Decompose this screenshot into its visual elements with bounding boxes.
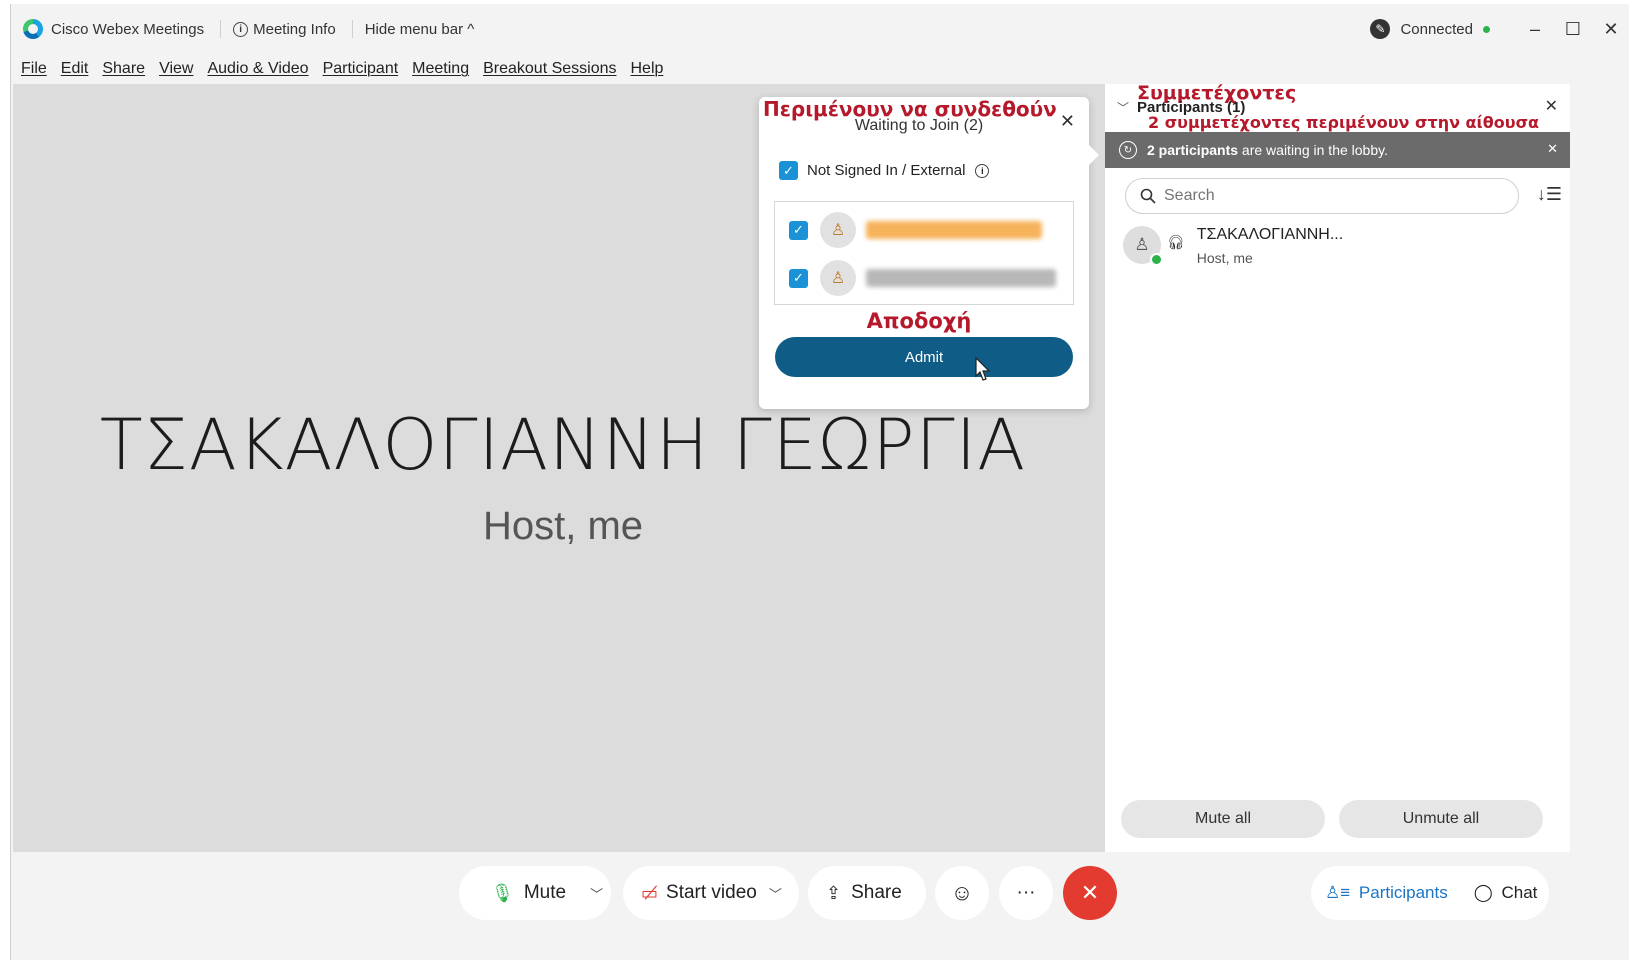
chevron-down-icon[interactable]: ﹀ xyxy=(1117,99,1129,116)
share-icon: ⇪ xyxy=(826,882,842,903)
participants-panel: Συμμετέχοντες ﹀ Participants (1) 2 συμμε… xyxy=(1105,84,1570,852)
menu-help[interactable]: Help xyxy=(631,60,664,78)
menu-share[interactable]: Share xyxy=(102,60,145,78)
chevron-down-icon[interactable]: ﹀ xyxy=(769,884,782,903)
stage-participant-role: Host, me xyxy=(482,504,644,548)
maximize-button[interactable]: ☐ xyxy=(1554,19,1592,40)
chevron-down-icon[interactable]: ﹀ xyxy=(590,884,603,903)
title-divider xyxy=(351,20,353,38)
share-button[interactable]: ⇪ Share xyxy=(808,866,926,920)
lobby-close-icon[interactable]: ✕ xyxy=(1547,141,1558,157)
participant-role: Host, me xyxy=(1196,250,1253,266)
lobby-count: 2 participants xyxy=(1147,142,1239,158)
chat-icon: ◯ xyxy=(1473,883,1493,902)
microphone-icon: 🎙︎ xyxy=(491,882,514,903)
menu-edit[interactable]: Edit xyxy=(61,60,89,78)
mute-button[interactable]: 🎙︎ Mute ﹀ xyxy=(459,866,611,920)
menu-bar: File Edit Share View Audio & Video Parti… xyxy=(11,54,667,84)
participants-tab[interactable]: ♙≡ Participants xyxy=(1325,883,1448,903)
more-options-button[interactable]: ··· xyxy=(999,866,1053,920)
admit-button[interactable]: Admit xyxy=(775,337,1073,377)
search-input[interactable] xyxy=(1164,187,1484,205)
menu-file[interactable]: File xyxy=(21,60,47,78)
participants-icon: ♙≡ xyxy=(1325,883,1351,902)
panel-tabs: ♙≡ Participants ◯ Chat xyxy=(1311,866,1549,920)
group-label: Not Signed In / External xyxy=(807,162,966,179)
waiting-participant-row[interactable]: ✓ ♙ xyxy=(789,260,1056,296)
chat-tab[interactable]: ◯ Chat xyxy=(1474,883,1538,903)
reactions-button[interactable]: ☺ xyxy=(935,866,989,920)
participant-row[interactable]: ♙ 🎧︎ ΤΣΑΚΑΛΟΓΙΑΝΝΗ... Host, me xyxy=(1123,226,1343,266)
more-icon: ··· xyxy=(1016,882,1036,903)
avatar-icon: ♙ xyxy=(820,212,856,248)
participant-checkbox[interactable]: ✓ xyxy=(789,268,808,288)
hide-menu-bar-button[interactable]: Hide menu bar ^ xyxy=(365,21,475,38)
not-signed-in-group: ✓ Not Signed In / External i xyxy=(779,161,994,180)
lobby-icon: ↻ xyxy=(1119,141,1137,159)
waiting-participant-row[interactable]: ✓ ♙ xyxy=(789,212,1042,248)
menu-view[interactable]: View xyxy=(159,60,193,78)
search-icon xyxy=(1140,188,1156,204)
video-off-icon: ▭̸ xyxy=(641,882,659,903)
connection-status: Connected xyxy=(1400,20,1473,38)
title-bar: Cisco Webex Meetings i Meeting Info Hide… xyxy=(11,4,1629,54)
participant-name: ΤΣΑΚΑΛΟΓΙΑΝΝΗ... xyxy=(1196,226,1344,243)
webex-logo-icon xyxy=(23,19,43,39)
sort-icon[interactable]: ↓☰ xyxy=(1537,184,1562,205)
meeting-info-label: Meeting Info xyxy=(253,20,336,38)
minimize-button[interactable]: – xyxy=(1516,19,1554,40)
lobby-banner[interactable]: ↻ 2 participants are waiting in the lobb… xyxy=(1105,132,1570,168)
waiting-list: ✓ ♙ ✓ ♙ xyxy=(774,201,1074,305)
smiley-icon: ☺ xyxy=(950,880,974,905)
menu-breakout-sessions[interactable]: Breakout Sessions xyxy=(483,60,616,78)
unmute-all-button[interactable]: Unmute all xyxy=(1339,800,1543,838)
connection-icon[interactable]: ✎ xyxy=(1370,19,1391,39)
connected-dot-icon xyxy=(1483,25,1490,33)
meeting-info-button[interactable]: i Meeting Info xyxy=(233,21,336,38)
admit-annotation: Αποδοχή xyxy=(866,309,972,333)
chat-tab-label: Chat xyxy=(1501,883,1538,902)
app-name: Cisco Webex Meetings xyxy=(51,20,205,38)
title-divider xyxy=(220,20,222,38)
info-icon[interactable]: i xyxy=(975,163,990,178)
participant-checkbox[interactable]: ✓ xyxy=(789,220,808,240)
menu-participant[interactable]: Participant xyxy=(323,60,399,78)
headset-icon: 🎧︎ xyxy=(1167,234,1185,250)
participant-search[interactable] xyxy=(1125,178,1519,214)
menu-meeting[interactable]: Meeting xyxy=(412,60,469,78)
blurred-participant-name xyxy=(866,221,1042,239)
waiting-to-join-popup: Περιμένουν να συνδεθούν Waiting to Join … xyxy=(759,97,1099,409)
waiting-title: Waiting to Join (2) xyxy=(854,117,984,134)
close-window-button[interactable]: ✕ xyxy=(1592,19,1629,40)
menu-audio-video[interactable]: Audio & Video xyxy=(207,60,308,78)
share-label: Share xyxy=(851,882,902,903)
end-meeting-button[interactable]: ✕ xyxy=(1063,866,1117,920)
start-video-label: Start video xyxy=(666,882,757,903)
participants-tab-label: Participants xyxy=(1358,883,1448,902)
lobby-message: are waiting in the lobby. xyxy=(1238,142,1388,158)
stage-participant-name: ΤΣΑΚΑΛΟΓΙΑΝΝΗ ΓΕΩΡΓΙΑ xyxy=(99,404,1027,486)
mouse-cursor-icon xyxy=(975,356,991,381)
control-bar: 🎙︎ Mute ﹀ ▭̸ Start video ﹀ ⇪ Share ☺ ···… xyxy=(11,852,1629,960)
panel-close-icon[interactable]: ✕ xyxy=(1545,96,1558,116)
status-badge xyxy=(1150,253,1163,266)
mute-label: Mute xyxy=(523,882,567,903)
group-checkbox[interactable]: ✓ xyxy=(779,161,798,180)
avatar-icon: ♙ xyxy=(820,260,856,296)
mute-all-button[interactable]: Mute all xyxy=(1121,800,1325,838)
popup-close-icon[interactable]: ✕ xyxy=(1060,111,1075,132)
avatar-icon: ♙ xyxy=(1123,226,1163,266)
start-video-button[interactable]: ▭̸ Start video ﹀ xyxy=(623,866,799,920)
webex-window: Cisco Webex Meetings i Meeting Info Hide… xyxy=(10,4,1629,960)
info-icon: i xyxy=(233,21,249,37)
blurred-participant-name xyxy=(866,269,1056,287)
title-bar-right: ✎ Connected – ☐ ✕ xyxy=(1370,4,1629,54)
